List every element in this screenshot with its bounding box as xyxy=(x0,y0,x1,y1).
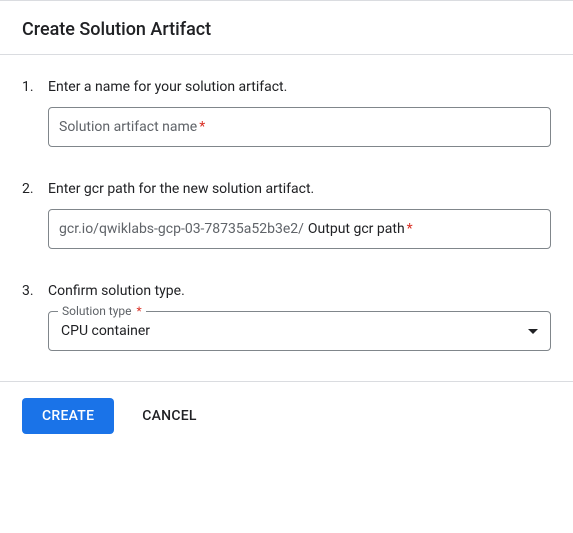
step-2: 2. Enter gcr path for the new solution a… xyxy=(22,181,551,197)
step-number: 3. xyxy=(22,283,48,299)
page-title: Create Solution Artifact xyxy=(22,19,551,40)
dialog-footer: Create Cancel xyxy=(0,381,573,450)
step-text: Enter a name for your solution artifact. xyxy=(48,79,287,95)
gcr-path-input[interactable]: gcr.io/qwiklabs-gcp-03-78735a52b3e2/ Out… xyxy=(48,209,551,249)
field-gcr-path: gcr.io/qwiklabs-gcp-03-78735a52b3e2/ Out… xyxy=(22,209,551,249)
step-number: 2. xyxy=(22,181,48,197)
dialog-content: 1. Enter a name for your solution artifa… xyxy=(0,55,573,381)
select-value: CPU container xyxy=(61,323,528,339)
create-solution-artifact-dialog: Create Solution Artifact 1. Enter a name… xyxy=(0,0,573,450)
field-solution-type: Solution type * CPU container xyxy=(22,311,551,351)
required-marker: * xyxy=(407,221,413,237)
required-marker: * xyxy=(199,119,205,135)
solution-type-select[interactable]: Solution type * CPU container xyxy=(48,311,551,351)
gcr-prefix: gcr.io/qwiklabs-gcp-03-78735a52b3e2/ xyxy=(59,221,304,237)
input-placeholder: Solution artifact name xyxy=(59,119,197,135)
step-number: 1. xyxy=(22,79,48,95)
cancel-button[interactable]: Cancel xyxy=(142,398,196,434)
step-text: Confirm solution type. xyxy=(48,283,185,299)
step-text: Enter gcr path for the new solution arti… xyxy=(48,181,314,197)
field-solution-name: Solution artifact name * xyxy=(22,107,551,147)
dialog-header: Create Solution Artifact xyxy=(0,1,573,55)
step-1: 1. Enter a name for your solution artifa… xyxy=(22,79,551,95)
step-3: 3. Confirm solution type. xyxy=(22,283,551,299)
chevron-down-icon xyxy=(528,329,538,334)
solution-name-input[interactable]: Solution artifact name * xyxy=(48,107,551,147)
input-placeholder: Output gcr path xyxy=(308,221,405,237)
create-button[interactable]: Create xyxy=(22,398,114,434)
select-label: Solution type * xyxy=(58,304,146,318)
